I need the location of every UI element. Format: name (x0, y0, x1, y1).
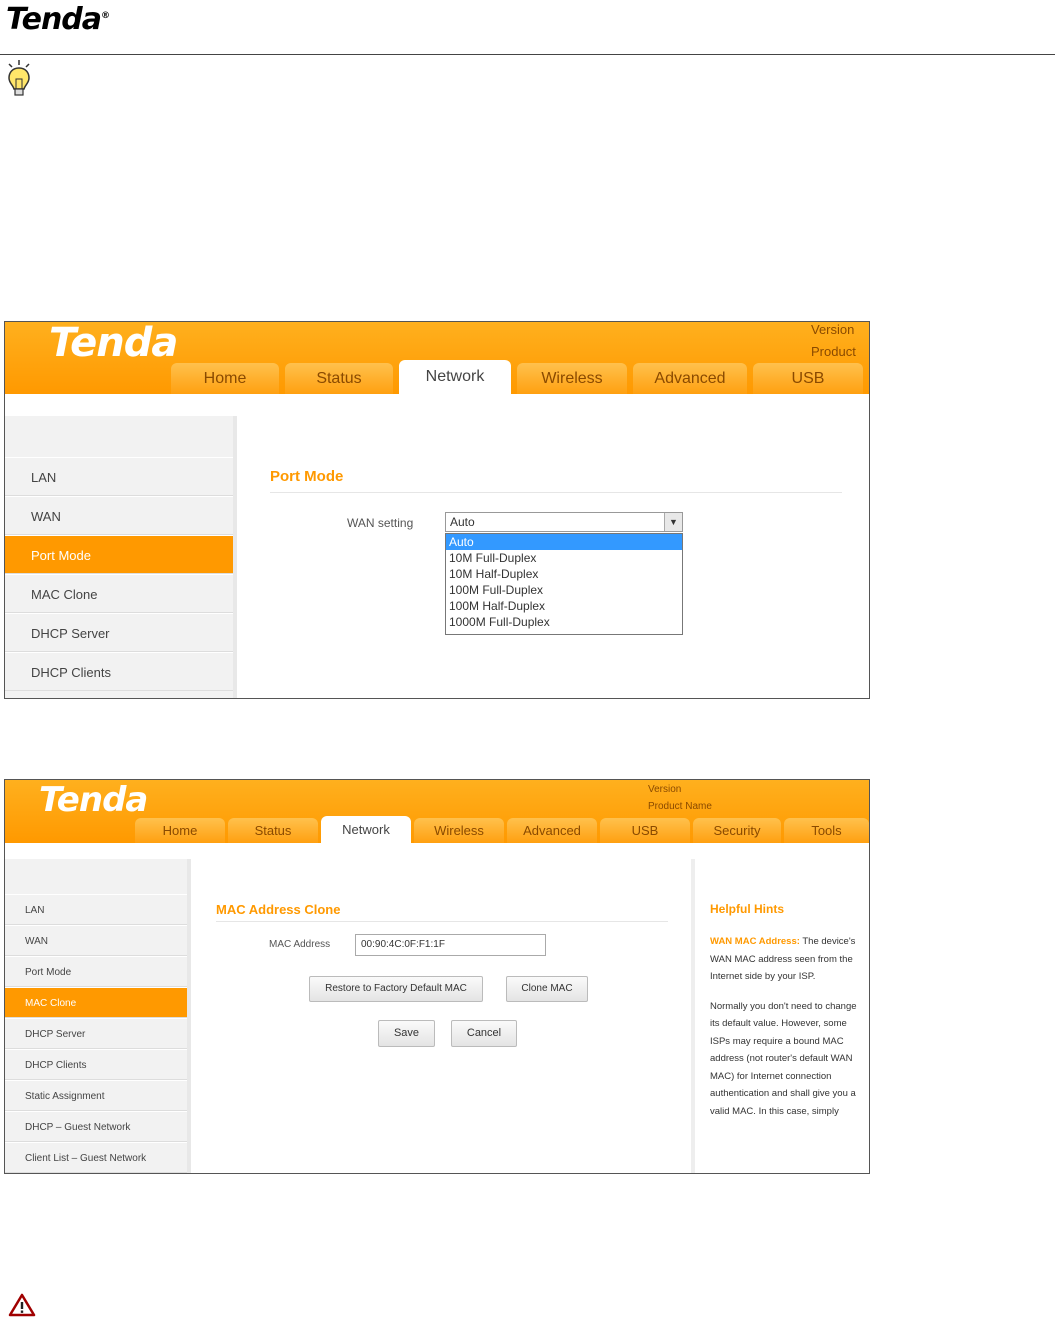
mac-address-input[interactable]: 00:90:4C:0F:F1:1F (355, 934, 546, 956)
wan-setting-label: WAN setting (347, 516, 414, 530)
tab-tools[interactable]: Tools (784, 818, 869, 843)
title-divider (270, 492, 842, 493)
version-label: Version (648, 784, 682, 795)
wan-setting-value: Auto (450, 515, 475, 529)
dropdown-option-100m-full[interactable]: 100M Full-Duplex (446, 582, 682, 598)
clone-mac-button[interactable]: Clone MAC (506, 976, 588, 1002)
sidebar-item-static-assignment[interactable]: Static Assignment (5, 1080, 187, 1111)
tab-advanced[interactable]: Advanced (633, 363, 747, 394)
dropdown-option-1000m-full[interactable]: 1000M Full-Duplex (446, 614, 682, 630)
sidebar: LAN WAN Port Mode MAC Clone DHCP Server … (5, 416, 237, 698)
sidebar-item-port-mode[interactable]: Port Mode (5, 956, 187, 987)
tab-security[interactable]: Security (693, 818, 781, 843)
page-title: MAC Address Clone (216, 902, 341, 917)
tab-network[interactable]: Network (321, 816, 411, 843)
sidebar-item-lan[interactable]: LAN (5, 894, 187, 925)
mac-address-label: MAC Address (269, 939, 331, 950)
tab-advanced[interactable]: Advanced (507, 818, 597, 843)
sidebar-item-dhcp-server[interactable]: DHCP Server (5, 1018, 187, 1049)
sidebar-item-mac-clone[interactable]: MAC Clone (5, 987, 187, 1018)
tab-usb[interactable]: USB (753, 363, 863, 394)
header-divider (0, 54, 1055, 55)
product-name-label: Product Name (648, 801, 712, 812)
sidebar-item-dhcp-server[interactable]: DHCP Server (5, 613, 233, 652)
dropdown-option-100m-half[interactable]: 100M Half-Duplex (446, 598, 682, 614)
router-logo: Tenda (39, 780, 148, 820)
port-mode-screenshot: Tenda Version Product Home Status Networ… (4, 321, 870, 699)
tab-network[interactable]: Network (399, 360, 511, 394)
document-logo: Tenda® (6, 2, 110, 37)
version-label: Version (811, 322, 855, 337)
tab-usb[interactable]: USB (600, 818, 690, 843)
sidebar-item-dhcp-guest-network[interactable]: DHCP – Guest Network (5, 1111, 187, 1142)
product-label: Product (811, 344, 856, 359)
tab-status[interactable]: Status (228, 818, 318, 843)
hints-term: WAN MAC Address: (710, 936, 800, 947)
sidebar: LAN WAN Port Mode MAC Clone DHCP Server … (5, 859, 191, 1173)
sidebar-item-client-list-guest-network[interactable]: Client List – Guest Network (5, 1142, 187, 1173)
wan-setting-dropdown: Auto 10M Full-Duplex 10M Half-Duplex 100… (445, 533, 683, 635)
hints-paragraph-2: Normally you don't need to change its de… (710, 1000, 857, 1117)
hints-text: WAN MAC Address: The device's WAN MAC ad… (710, 933, 858, 1120)
sidebar-item-dhcp-clients[interactable]: DHCP Clients (5, 652, 233, 691)
router-logo: Tenda (49, 321, 178, 366)
tab-status[interactable]: Status (285, 363, 393, 394)
wan-setting-select[interactable]: Auto ▼ (445, 512, 683, 532)
sidebar-item-port-mode[interactable]: Port Mode (5, 535, 233, 574)
sidebar-item-dhcp-clients[interactable]: DHCP Clients (5, 1049, 187, 1080)
tab-wireless[interactable]: Wireless (517, 363, 627, 394)
tab-home[interactable]: Home (135, 818, 225, 843)
dropdown-option-10m-half[interactable]: 10M Half-Duplex (446, 566, 682, 582)
save-button[interactable]: Save (378, 1020, 435, 1047)
mac-address-value: 00:90:4C:0F:F1:1F (361, 939, 445, 950)
restore-default-mac-button[interactable]: Restore to Factory Default MAC (309, 976, 483, 1002)
sidebar-item-wan[interactable]: WAN (5, 496, 233, 535)
tab-wireless[interactable]: Wireless (414, 818, 504, 843)
warning-icon (8, 1293, 36, 1322)
title-divider (216, 921, 668, 922)
sidebar-item-lan[interactable]: LAN (5, 457, 233, 496)
dropdown-option-auto[interactable]: Auto (446, 534, 682, 550)
tab-home[interactable]: Home (171, 363, 279, 394)
page-title: Port Mode (270, 468, 344, 485)
sidebar-item-wan[interactable]: WAN (5, 925, 187, 956)
cancel-button[interactable]: Cancel (451, 1020, 517, 1047)
mac-clone-screenshot: Tenda Version Product Name Home Status N… (4, 779, 870, 1174)
lightbulb-icon (6, 59, 32, 104)
dropdown-option-10m-full[interactable]: 10M Full-Duplex (446, 550, 682, 566)
sidebar-item-mac-clone[interactable]: MAC Clone (5, 574, 233, 613)
helpful-hints-title: Helpful Hints (710, 902, 784, 916)
chevron-down-icon[interactable]: ▼ (664, 513, 682, 531)
